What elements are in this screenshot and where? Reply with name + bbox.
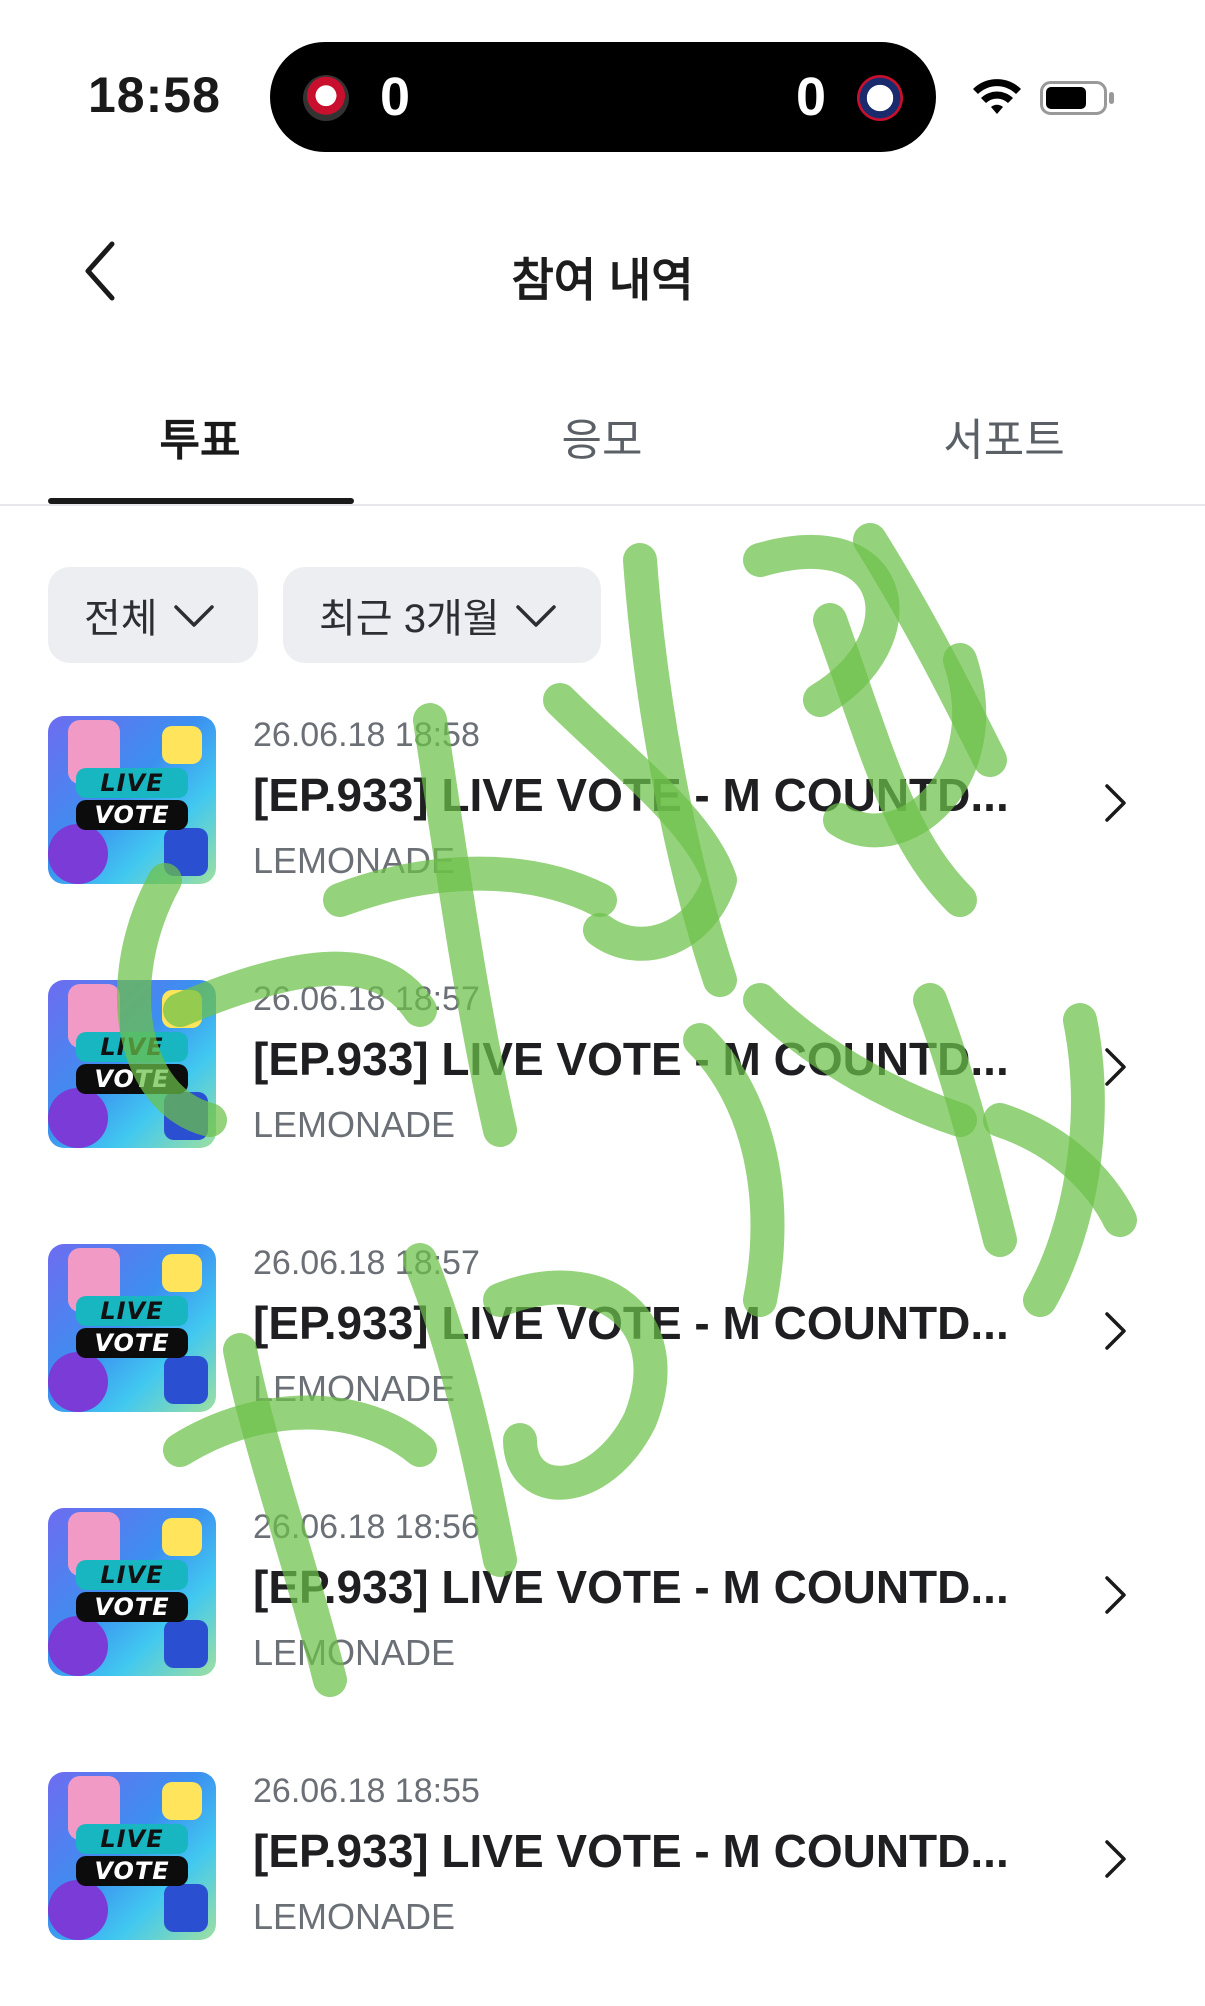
list-item[interactable]: LIVE VOTE 26.06.18 18:57 [EP.933] LIVE V…: [0, 1244, 1205, 1414]
thumbnail-text-line2: VOTE: [76, 800, 188, 830]
tab-bar: 투표 응모 서포트: [0, 380, 1205, 506]
chevron-right-icon: [1105, 1312, 1126, 1350]
list-item[interactable]: LIVE VOTE 26.06.18 18:56 [EP.933] LIVE V…: [0, 1508, 1205, 1678]
tab-vote[interactable]: 투표: [48, 404, 352, 468]
chevron-right-icon: [1105, 1576, 1126, 1614]
item-artist: LEMONADE: [253, 1896, 456, 1937]
page-header: 참여 내역: [0, 200, 1205, 340]
thumbnail-text-line1: LIVE: [76, 1032, 188, 1062]
thumbnail-text-line1: LIVE: [76, 1296, 188, 1326]
item-title: [EP.933] LIVE VOTE - M COUNTD...: [253, 1825, 1009, 1877]
thumbnail-text-line1: LIVE: [76, 768, 188, 798]
item-artist: LEMONADE: [253, 1368, 456, 1409]
item-date: 26.06.18 18:57: [253, 1244, 480, 1282]
item-date: 26.06.18 18:57: [253, 980, 480, 1018]
bears-logo-icon: [857, 75, 903, 121]
live-vote-thumbnail: LIVE VOTE: [48, 1508, 216, 1676]
live-vote-thumbnail: LIVE VOTE: [48, 1244, 216, 1412]
item-artist: LEMONADE: [253, 1632, 456, 1673]
status-bar: 18:58 0 0: [0, 0, 1205, 180]
live-activity-scoreboard[interactable]: 0 0: [270, 42, 936, 152]
thumbnail-text-line1: LIVE: [76, 1824, 188, 1854]
live-vote-thumbnail: LIVE VOTE: [48, 716, 216, 884]
item-artist: LEMONADE: [253, 840, 456, 881]
chevron-right-icon: [1105, 1048, 1126, 1086]
tab-entry[interactable]: 응모: [450, 404, 754, 468]
thumbnail-text-line2: VOTE: [76, 1592, 188, 1622]
chevron-right-icon: [1105, 1840, 1126, 1878]
item-title: [EP.933] LIVE VOTE - M COUNTD...: [253, 1297, 1009, 1349]
right-team-score: 0: [795, 67, 826, 127]
live-vote-thumbnail: LIVE VOTE: [48, 1772, 216, 1940]
active-tab-indicator: [48, 498, 354, 504]
wifi-icon: [973, 79, 1021, 114]
period-filter-label: 최근 3개월: [319, 597, 500, 641]
tab-support[interactable]: 서포트: [852, 404, 1156, 468]
status-time: 18:58: [88, 67, 221, 123]
item-title: [EP.933] LIVE VOTE - M COUNTD...: [253, 769, 1009, 821]
kt-wiz-logo-icon: [303, 75, 349, 121]
list-item[interactable]: LIVE VOTE 26.06.18 18:57 [EP.933] LIVE V…: [0, 980, 1205, 1150]
category-filter-label: 전체: [84, 597, 158, 641]
live-vote-thumbnail: LIVE VOTE: [48, 980, 216, 1148]
item-title: [EP.933] LIVE VOTE - M COUNTD...: [253, 1033, 1009, 1085]
item-artist: LEMONADE: [253, 1104, 456, 1145]
thumbnail-text-line2: VOTE: [76, 1064, 188, 1094]
list-item[interactable]: LIVE VOTE 26.06.18 18:55 [EP.933] LIVE V…: [0, 1772, 1205, 1942]
left-team-score: 0: [380, 67, 411, 127]
app-screen: 18:58 0 0 참여 내역 투표 응모 서포트 전체 최근 3개월 LIVE…: [0, 0, 1205, 2006]
period-filter-dropdown[interactable]: 최근 3개월: [283, 567, 601, 663]
item-date: 26.06.18 18:58: [253, 716, 480, 754]
battery-icon: [1040, 81, 1114, 115]
item-date: 26.06.18 18:56: [253, 1508, 480, 1546]
item-title: [EP.933] LIVE VOTE - M COUNTD...: [253, 1561, 1009, 1613]
thumbnail-text-line1: LIVE: [76, 1560, 188, 1590]
thumbnail-text-line2: VOTE: [76, 1328, 188, 1358]
chevron-right-icon: [1105, 784, 1126, 822]
chevron-down-icon: [515, 605, 556, 627]
item-date: 26.06.18 18:55: [253, 1772, 480, 1810]
chevron-down-icon: [173, 605, 214, 627]
thumbnail-text-line2: VOTE: [76, 1856, 188, 1886]
category-filter-dropdown[interactable]: 전체: [48, 567, 258, 663]
page-title: 참여 내역: [511, 254, 694, 306]
list-item[interactable]: LIVE VOTE 26.06.18 18:58 [EP.933] LIVE V…: [0, 716, 1205, 886]
